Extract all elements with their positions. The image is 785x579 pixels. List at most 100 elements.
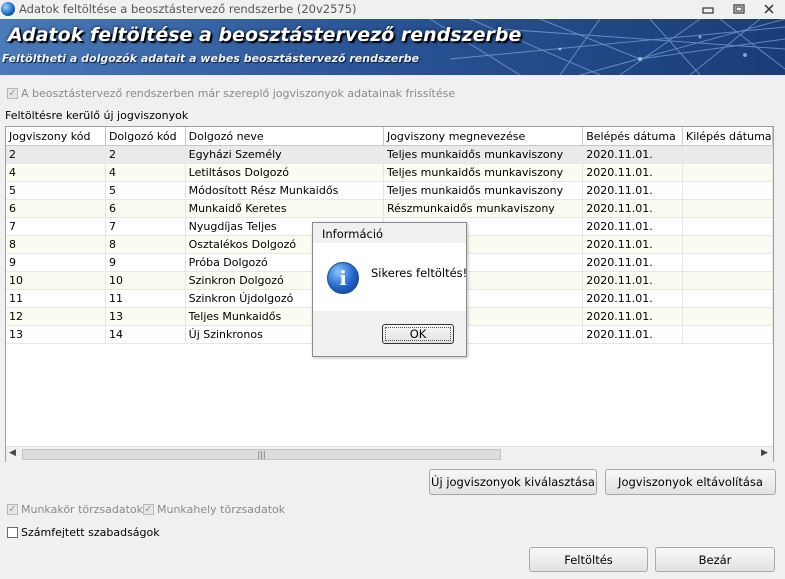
refresh-existing-label: A beosztástervező rendszerben már szerep… xyxy=(21,87,456,100)
leave-label: Számfejtett szabadságok xyxy=(21,526,160,539)
table-cell: Teljes munkaidős munkaviszony xyxy=(383,181,584,200)
dialog-title: Információ xyxy=(322,227,384,241)
table-cell: 2020.11.01. xyxy=(582,199,683,218)
table-cell xyxy=(682,145,773,164)
table-cell: 10 xyxy=(105,271,186,290)
table-cell: 2020.11.01. xyxy=(582,145,683,164)
table-cell: 2020.11.01. xyxy=(582,271,683,290)
table-cell: Teljes munkaidős munkaviszony xyxy=(383,145,584,164)
minimize-icon[interactable] xyxy=(697,1,719,17)
table-cell xyxy=(682,199,773,218)
table-cell xyxy=(682,325,773,344)
table-cell xyxy=(682,181,773,200)
col-header-kilepes-datuma[interactable]: Kilépés dátuma xyxy=(682,127,773,146)
restore-icon[interactable] xyxy=(728,1,750,17)
scroll-right-icon[interactable]: ▶ xyxy=(761,448,768,458)
banner-subtitle: Feltöltheti a dolgozók adatait a webes b… xyxy=(2,52,420,65)
info-dialog: Információ i Sikeres feltöltés! OK xyxy=(312,222,467,357)
table-cell: 8 xyxy=(105,235,186,254)
table-cell: 2020.11.01. xyxy=(582,163,683,182)
scroll-left-icon[interactable]: ◀ xyxy=(9,448,16,458)
table-cell xyxy=(682,163,773,182)
refresh-existing-option: ✓ A beosztástervező rendszerben már szer… xyxy=(7,87,455,100)
header-banner: Adatok feltöltése a beosztástervező rend… xyxy=(0,19,785,75)
app-icon xyxy=(1,2,15,16)
workplace-masterdata-option: ✓ Munkahely törzsadatok xyxy=(143,503,285,516)
col-header-dolgozo-kod[interactable]: Dolgozó kód xyxy=(105,127,186,146)
table-cell: Módosított Rész Munkaidős xyxy=(185,181,384,200)
job-masterdata-option: ✓ Munkakör törzsadatok xyxy=(7,503,143,516)
table-cell xyxy=(682,271,773,290)
dialog-body: i Sikeres feltöltés! xyxy=(313,243,468,311)
table-cell: 2020.11.01. xyxy=(582,235,683,254)
upload-button[interactable]: Feltöltés xyxy=(529,547,648,572)
table-cell: 2020.11.01. xyxy=(582,325,683,344)
table-cell: 14 xyxy=(105,325,186,344)
table-cell: Munkaidő Keretes xyxy=(185,199,384,218)
table-cell: 2 xyxy=(105,145,186,164)
job-masterdata-label: Munkakör törzsadatok xyxy=(21,503,144,516)
table-cell: Letiltásos Dolgozó xyxy=(185,163,384,182)
grid-horizontal-scrollbar[interactable]: ◀ ||| ▶ xyxy=(6,446,773,462)
col-header-jogviszony-megnevezese[interactable]: Jogviszony megnevezése xyxy=(383,127,584,146)
table-cell: Teljes munkaidős munkaviszony xyxy=(383,163,584,182)
table-cell: Egyházi Személy xyxy=(185,145,384,164)
job-masterdata-checkbox[interactable]: ✓ xyxy=(7,504,18,515)
table-cell: 2020.11.01. xyxy=(582,307,683,326)
table-row[interactable]: 6 6 Munkaidő Keretes Részmunkaidős munkavis… xyxy=(6,199,773,218)
table-cell: 11 xyxy=(105,289,186,308)
table-cell: 9 xyxy=(105,253,186,272)
refresh-existing-checkbox[interactable]: ✓ xyxy=(7,88,18,99)
table-header-row: Jogviszony kód Dolgozó kód Dolgozó neve … xyxy=(6,127,773,146)
table-row[interactable]: 2 2 Egyházi Személy Teljes munkaidős munkav… xyxy=(6,145,773,164)
table-row[interactable]: 5 5 Módosított Rész Munkaidős Teljes munkai… xyxy=(6,181,773,200)
table-cell: 13 xyxy=(6,325,106,344)
window-titlebar: Adatok feltöltése a beosztástervező rend… xyxy=(0,0,785,19)
table-cell: 13 xyxy=(105,307,186,326)
dialog-message: Sikeres feltöltés! xyxy=(371,266,468,280)
col-header-jogviszony-kod[interactable]: Jogviszony kód xyxy=(6,127,106,146)
close-icon[interactable] xyxy=(758,1,780,17)
table-cell: 4 xyxy=(6,163,106,182)
scrollbar-thumb[interactable]: ||| xyxy=(22,449,501,460)
ok-focus-rect xyxy=(385,327,451,341)
select-new-contracts-button[interactable]: Új jogviszonyok kiválasztása xyxy=(429,469,597,495)
table-cell: 7 xyxy=(6,217,106,236)
table-cell: 11 xyxy=(6,289,106,308)
info-icon: i xyxy=(327,262,359,294)
remove-contracts-button[interactable]: Jogviszonyok eltávolítása xyxy=(605,469,776,495)
table-cell: 8 xyxy=(6,235,106,254)
table-cell: 4 xyxy=(105,163,186,182)
table-cell xyxy=(682,217,773,236)
banner-title: Adatok feltöltése a beosztástervező rend… xyxy=(8,24,522,46)
grid-label: Feltöltésre kerülő új jogviszonyok xyxy=(5,109,189,122)
table-cell: 2020.11.01. xyxy=(582,217,683,236)
leave-checkbox[interactable] xyxy=(7,527,18,538)
table-row[interactable]: 4 4 Letiltásos Dolgozó Teljes munkaidős mun… xyxy=(6,163,773,182)
dialog-titlebar[interactable]: Információ xyxy=(313,223,466,243)
table-cell: 2020.11.01. xyxy=(582,289,683,308)
table-cell xyxy=(682,235,773,254)
table-cell: 6 xyxy=(105,199,186,218)
table-cell: 2020.11.01. xyxy=(582,253,683,272)
table-cell: 5 xyxy=(105,181,186,200)
table-cell: Részmunkaidős munkaviszony xyxy=(383,199,584,218)
table-cell xyxy=(682,307,773,326)
leave-option: Számfejtett szabadságok xyxy=(7,526,160,539)
table-cell: 5 xyxy=(6,181,106,200)
table-cell: 2020.11.01. xyxy=(582,181,683,200)
col-header-belepes-datuma[interactable]: Belépés dátuma xyxy=(582,127,683,146)
col-header-dolgozo-neve[interactable]: Dolgozó neve xyxy=(185,127,384,146)
workplace-masterdata-checkbox[interactable]: ✓ xyxy=(143,504,154,515)
window-title: Adatok feltöltése a beosztástervező rend… xyxy=(19,2,357,16)
table-cell: 9 xyxy=(6,253,106,272)
workplace-masterdata-label: Munkahely törzsadatok xyxy=(157,503,286,516)
ok-button[interactable]: OK xyxy=(382,324,454,344)
table-cell xyxy=(682,253,773,272)
table-cell: 6 xyxy=(6,199,106,218)
table-cell: 2 xyxy=(6,145,106,164)
table-cell: 12 xyxy=(6,307,106,326)
close-button[interactable]: Bezár xyxy=(655,547,775,572)
table-cell: 7 xyxy=(105,217,186,236)
table-cell: 10 xyxy=(6,271,106,290)
